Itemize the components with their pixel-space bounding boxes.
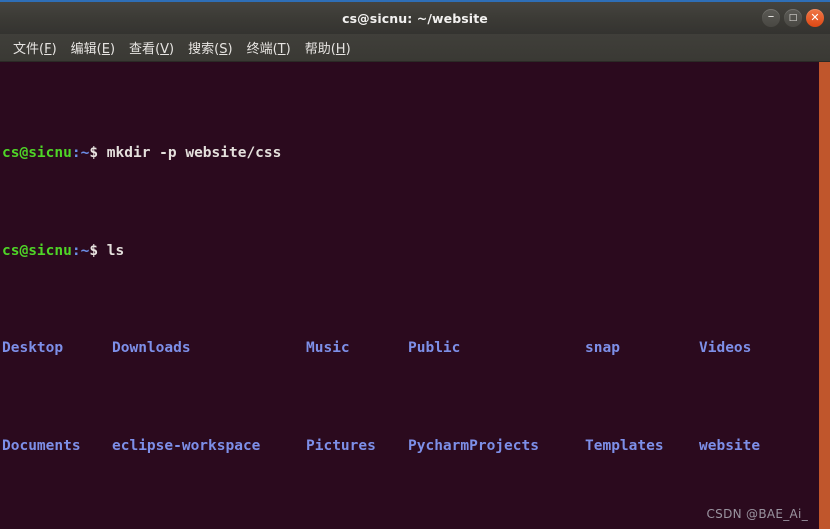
- terminal-line: cs@sicnu:~$ ls: [0, 242, 812, 262]
- menu-item-help[interactable]: 帮助(H): [298, 36, 358, 59]
- menu-item-file[interactable]: 文件(F): [6, 36, 64, 59]
- terminal-command: ls: [98, 243, 124, 259]
- prompt-path: :~: [71, 242, 90, 259]
- menu-item-search-accel: S: [219, 42, 228, 57]
- menu-bar: 文件(F) 编辑(E) 查看(V) 搜索(S) 终端(T) 帮助(H): [0, 34, 830, 62]
- ls-entry: website: [699, 437, 761, 454]
- ls-entry: Downloads: [112, 340, 191, 356]
- menu-item-edit-accel: E: [101, 42, 110, 57]
- ls-output-row: Documents eclipse-workspace Pictures Pyc…: [0, 437, 812, 457]
- command-text-2: ls: [106, 242, 125, 259]
- prompt-user: cs@sicnu: [2, 145, 72, 161]
- close-button[interactable]: ✕: [806, 9, 824, 27]
- maximize-button[interactable]: □: [784, 9, 802, 27]
- window-title: cs@sicnu: ~/website: [342, 11, 488, 26]
- window-controls: – □ ✕: [762, 9, 824, 27]
- ls-entry: Music: [306, 340, 350, 356]
- ls-entry: Templates: [585, 437, 664, 454]
- ls-entry: Documents: [2, 437, 81, 454]
- menu-item-edit[interactable]: 编辑(E): [64, 36, 122, 59]
- close-icon: ✕: [810, 11, 820, 24]
- terminal-scrollbar[interactable]: [819, 62, 830, 529]
- prompt-path: :~: [71, 145, 90, 161]
- ls-entry: Pictures: [306, 437, 376, 454]
- ls-entry: Public: [408, 340, 461, 356]
- menu-item-terminal-label: 终端: [246, 42, 273, 57]
- ls-output-row: Desktop Downloads Music Public snap Vide…: [0, 339, 812, 359]
- menu-item-view-accel: V: [160, 42, 170, 57]
- ls-entry: PycharmProjects: [408, 437, 539, 454]
- command-text-1: mkdir -p website/css: [106, 145, 282, 161]
- ls-entry: eclipse-workspace: [112, 437, 261, 454]
- ls-entry: Videos: [699, 340, 752, 356]
- menu-item-search-label: 搜索: [188, 42, 215, 57]
- prompt-user: cs@sicnu: [2, 242, 72, 259]
- prompt-sigil: $: [89, 145, 99, 161]
- window-titlebar[interactable]: cs@sicnu: ~/website – □ ✕: [0, 0, 830, 34]
- menu-item-help-accel: H: [335, 42, 346, 57]
- ls-entry: snap: [585, 340, 620, 356]
- menu-item-terminal[interactable]: 终端(T): [240, 36, 298, 59]
- minimize-icon: –: [767, 9, 775, 24]
- watermark-text: CSDN @BAE_Ai_: [706, 507, 808, 521]
- terminal-window: cs@sicnu: ~/website – □ ✕ 文件(F) 编辑(E) 查看…: [0, 0, 830, 529]
- menu-item-help-label: 帮助: [304, 42, 331, 57]
- menu-item-view[interactable]: 查看(V): [122, 36, 181, 59]
- menu-item-search[interactable]: 搜索(S): [181, 36, 239, 59]
- prompt-sigil: $: [89, 242, 99, 259]
- menu-item-edit-label: 编辑: [70, 42, 97, 57]
- maximize-icon: □: [788, 13, 798, 23]
- terminal-command: mkdir -p website/css: [98, 145, 282, 161]
- terminal-screen[interactable]: cs@sicnu:~$ mkdir -p website/css cs@sicn…: [0, 66, 812, 529]
- menu-item-terminal-accel: T: [277, 42, 286, 57]
- menu-item-file-accel: F: [44, 42, 52, 57]
- terminal-body[interactable]: cs@sicnu:~$ mkdir -p website/css cs@sicn…: [0, 62, 830, 529]
- ls-entry: Desktop: [2, 340, 64, 356]
- menu-item-view-label: 查看: [129, 42, 156, 57]
- menu-item-file-label: 文件: [13, 42, 40, 57]
- minimize-button[interactable]: –: [762, 9, 780, 27]
- terminal-line: cs@sicnu:~$ mkdir -p website/css: [0, 144, 812, 164]
